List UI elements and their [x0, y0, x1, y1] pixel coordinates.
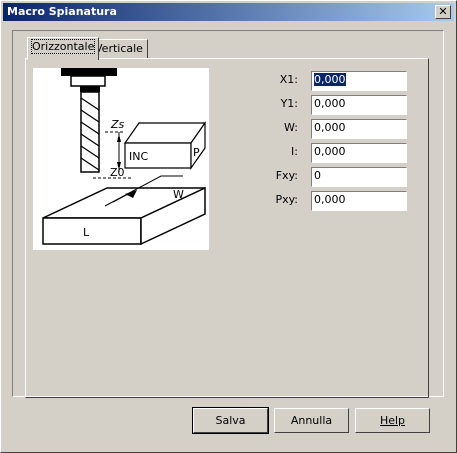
fxy-label: Fxy:	[275, 169, 298, 182]
fxy-value: 0	[314, 169, 321, 182]
title-bar[interactable]: Macro Spianatura ✕	[3, 3, 454, 21]
milling-diagram: Zs INC P Z0 W L	[33, 68, 209, 250]
window-title: Macro Spianatura	[7, 5, 117, 18]
i-field[interactable]: 0,000	[311, 143, 407, 163]
milling-diagram-image: Zs INC P Z0 W L	[42, 68, 207, 246]
w-field[interactable]: 0,000	[311, 119, 407, 139]
x1-field[interactable]: 0,000	[311, 71, 407, 91]
cancel-button[interactable]: Annulla	[274, 408, 349, 433]
y1-value: 0,000	[314, 97, 346, 110]
help-button[interactable]: Help	[355, 408, 430, 433]
close-icon: ✕	[438, 5, 448, 18]
label-z0: Z0	[110, 166, 125, 179]
w-value: 0,000	[314, 121, 346, 134]
save-button-label: Salva	[215, 414, 246, 427]
y1-field[interactable]: 0,000	[311, 95, 407, 115]
tab-verticale-label: Verticale	[95, 42, 143, 55]
pxy-value: 0,000	[314, 193, 346, 206]
help-button-label: Help	[379, 414, 406, 427]
i-value: 0,000	[314, 145, 346, 158]
tab-orizzontale[interactable]: Orizzontale	[27, 37, 100, 60]
w-label: W:	[284, 121, 298, 134]
save-button[interactable]: Salva	[192, 407, 269, 434]
label-w: W	[173, 188, 184, 201]
cancel-button-label: Annulla	[290, 414, 333, 427]
pxy-field[interactable]: 0,000	[311, 191, 407, 211]
label-zs: Zs	[110, 118, 125, 131]
label-inc: INC	[129, 150, 148, 163]
label-p: P	[193, 146, 200, 159]
x1-value: 0,000	[314, 73, 346, 86]
tab-orizzontale-label: Orizzontale	[30, 39, 96, 54]
i-label: I:	[291, 145, 298, 158]
x1-label: X1:	[279, 73, 298, 86]
y1-label: Y1:	[280, 97, 298, 110]
fxy-field[interactable]: 0	[311, 167, 407, 187]
label-l: L	[83, 226, 90, 239]
close-button[interactable]: ✕	[435, 5, 451, 19]
pxy-label: Pxy:	[275, 193, 298, 206]
